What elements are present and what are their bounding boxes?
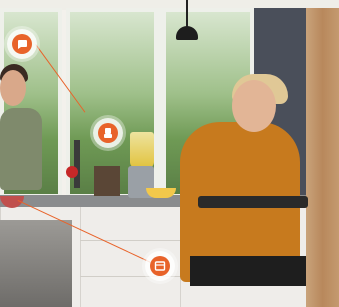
hotspot-dot: [12, 34, 32, 54]
bottles: [94, 166, 120, 196]
apple: [66, 166, 78, 178]
faucet: [74, 140, 80, 188]
kitchen-scene: [0, 0, 339, 307]
blender-jar: [130, 132, 154, 168]
hotspot-chat[interactable]: [7, 29, 37, 59]
baking-tray: [198, 196, 308, 208]
person-left-head: [0, 70, 26, 106]
wood-panel: [306, 8, 339, 307]
blender-icon: [104, 128, 112, 138]
hotspot-dot: [98, 123, 118, 143]
window-mullion: [158, 8, 162, 198]
drawer-line: [80, 240, 180, 241]
hotspot-oven[interactable]: [145, 251, 175, 281]
oven-icon: [154, 261, 166, 271]
person-right-head: [232, 80, 276, 132]
oven-door: [190, 256, 306, 286]
hotspot-blender[interactable]: [93, 118, 123, 148]
pendant-cord: [186, 0, 188, 28]
kitchen-island: [0, 220, 72, 307]
person-left-body: [0, 108, 42, 190]
hotspot-dot: [150, 256, 170, 276]
chat-icon: [18, 40, 27, 49]
